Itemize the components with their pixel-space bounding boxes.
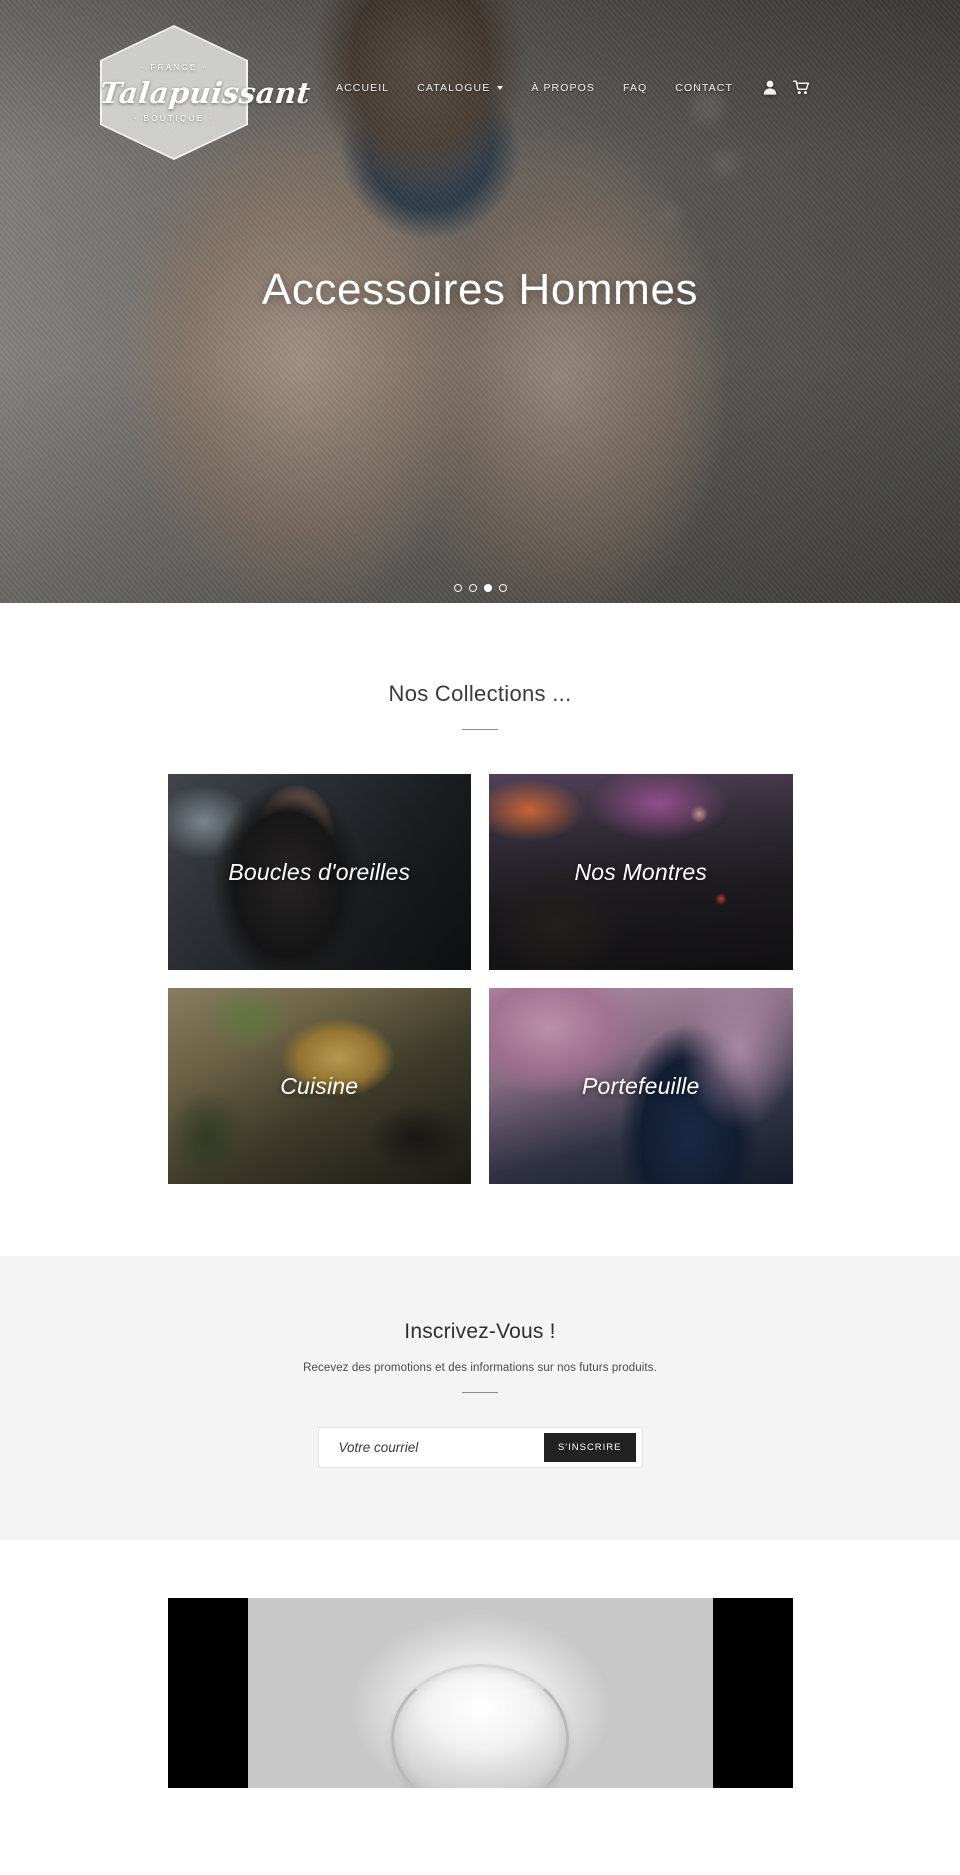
logo-top-text: · FRANCE · bbox=[140, 62, 208, 72]
collection-card-label: Cuisine bbox=[280, 1072, 359, 1099]
nav-item-accueil[interactable]: ACCUEIL bbox=[336, 82, 403, 94]
nav-item-catalogue[interactable]: CATALOGUE bbox=[403, 82, 517, 94]
email-field[interactable] bbox=[338, 1440, 544, 1455]
slider-dot-1[interactable] bbox=[453, 584, 462, 592]
nav-label: À PROPOS bbox=[531, 81, 595, 94]
nav-label: CATALOGUE bbox=[417, 81, 491, 94]
nav-label: ACCUEIL bbox=[336, 81, 390, 94]
site-logo[interactable]: · FRANCE · Talapuissant · BOUTIQUE · bbox=[98, 25, 313, 160]
newsletter-submit-button[interactable]: S'INSCRIRE bbox=[543, 1433, 636, 1462]
product-panel-left bbox=[167, 1598, 248, 1788]
collection-card-label: Nos Montres bbox=[574, 858, 708, 885]
collection-card-nos-montres[interactable]: Nos Montres bbox=[489, 774, 793, 970]
title-divider bbox=[462, 729, 498, 730]
slider-dot-4[interactable] bbox=[498, 584, 507, 592]
logo-bottom-text: · BOUTIQUE · bbox=[133, 113, 215, 123]
collection-card-boucles-doreilles[interactable]: Boucles d'oreilles bbox=[167, 774, 471, 970]
nav-item-contact[interactable]: CONTACT bbox=[661, 82, 747, 94]
nav-label: FAQ bbox=[622, 81, 648, 94]
newsletter-subtitle: Recevez des promotions et des informatio… bbox=[303, 1362, 657, 1374]
nav-item-faq[interactable]: FAQ bbox=[609, 82, 661, 94]
shopping-cart-icon[interactable] bbox=[792, 80, 810, 95]
featured-product-strip bbox=[0, 1540, 960, 1788]
newsletter-section: Inscrivez-Vous ! Recevez des promotions … bbox=[0, 1256, 960, 1540]
header-icon-group bbox=[763, 80, 810, 95]
newsletter-form: S'INSCRIRE bbox=[317, 1427, 643, 1468]
slider-dot-2[interactable] bbox=[468, 584, 477, 592]
nav-label: CONTACT bbox=[675, 81, 733, 94]
hero-banner: · FRANCE · Talapuissant · BOUTIQUE · ACC… bbox=[0, 0, 960, 603]
collection-card-label: Boucles d'oreilles bbox=[228, 858, 411, 885]
product-image-necklace bbox=[247, 1598, 713, 1788]
main-navigation: ACCUEIL CATALOGUE À PROPOS FAQ CONTACT bbox=[336, 80, 810, 95]
product-panel-right bbox=[712, 1598, 793, 1788]
hero-slider-dots bbox=[0, 584, 960, 592]
slider-dot-3[interactable] bbox=[483, 584, 492, 592]
newsletter-title: Inscrivez-Vous ! bbox=[404, 1320, 556, 1343]
logo-text-group: · FRANCE · Talapuissant · BOUTIQUE · bbox=[98, 62, 313, 123]
product-image-wrapper[interactable] bbox=[167, 1598, 793, 1788]
logo-brand-name: Talapuissant bbox=[98, 75, 313, 110]
collection-card-label: Portefeuille bbox=[582, 1072, 700, 1099]
account-person-icon[interactable] bbox=[763, 80, 777, 95]
site-header: · FRANCE · Talapuissant · BOUTIQUE · ACC… bbox=[0, 0, 960, 175]
newsletter-divider bbox=[462, 1392, 498, 1393]
hero-title: Accessoires Hommes bbox=[261, 265, 699, 314]
necklace-shape bbox=[391, 1664, 569, 1788]
collection-card-cuisine[interactable]: Cuisine bbox=[167, 988, 471, 1184]
nav-item-a-propos[interactable]: À PROPOS bbox=[517, 82, 609, 94]
chevron-down-icon bbox=[497, 85, 504, 90]
collections-title: Nos Collections ... bbox=[388, 681, 572, 706]
collections-grid: Boucles d'oreilles Nos Montres Cuisine P… bbox=[167, 774, 793, 1184]
collections-section: Nos Collections ... Boucles d'oreilles N… bbox=[0, 603, 960, 1256]
collection-card-portefeuille[interactable]: Portefeuille bbox=[489, 988, 793, 1184]
bokeh-light bbox=[660, 205, 680, 225]
